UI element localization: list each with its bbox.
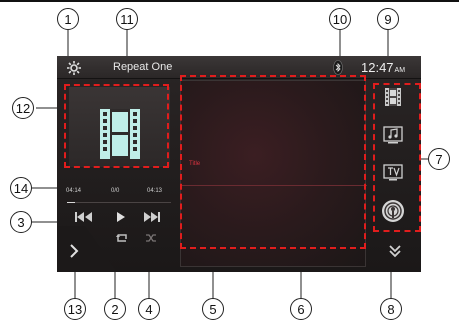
highlight-main-area xyxy=(180,75,366,249)
callout-5: 5 xyxy=(202,298,224,320)
callout-10: 10 xyxy=(329,8,351,30)
callout-3: 3 xyxy=(10,211,32,233)
repeat-icon[interactable] xyxy=(115,232,129,244)
highlight-source-buttons xyxy=(373,83,421,232)
chevron-down-icon[interactable] xyxy=(387,243,403,259)
callout-14: 14 xyxy=(10,177,32,199)
clock-time: 12:47 xyxy=(361,60,394,75)
callout-4: 4 xyxy=(138,298,160,320)
callout-8: 8 xyxy=(380,298,402,320)
callout-12: 12 xyxy=(12,97,34,119)
track-counter: 0/0 xyxy=(111,188,120,194)
progress-bar[interactable] xyxy=(67,202,171,203)
play-icon[interactable] xyxy=(115,211,127,223)
chevron-right-icon[interactable] xyxy=(67,243,81,259)
clock-ampm: AM xyxy=(394,67,406,74)
previous-icon[interactable] xyxy=(75,211,93,223)
callout-6: 6 xyxy=(290,298,312,320)
bluetooth-icon xyxy=(333,60,343,75)
callout-7: 7 xyxy=(428,148,450,170)
progress-fill xyxy=(67,202,76,203)
repeat-mode-label: Repeat One xyxy=(113,61,173,73)
next-icon[interactable] xyxy=(143,211,161,223)
callout-13: 13 xyxy=(64,298,86,320)
gear-icon[interactable] xyxy=(66,60,82,76)
callout-1: 1 xyxy=(57,8,79,30)
callout-9: 9 xyxy=(377,8,399,30)
corner-panel xyxy=(57,226,117,272)
callout-2: 2 xyxy=(104,298,126,320)
elapsed-time: 04:14 xyxy=(66,188,82,194)
clock: 12:47AM xyxy=(361,60,405,75)
highlight-thumbnail xyxy=(64,84,169,168)
callout-11: 11 xyxy=(116,8,138,30)
total-time: 04:13 xyxy=(147,188,163,194)
shuffle-icon[interactable] xyxy=(145,233,157,243)
